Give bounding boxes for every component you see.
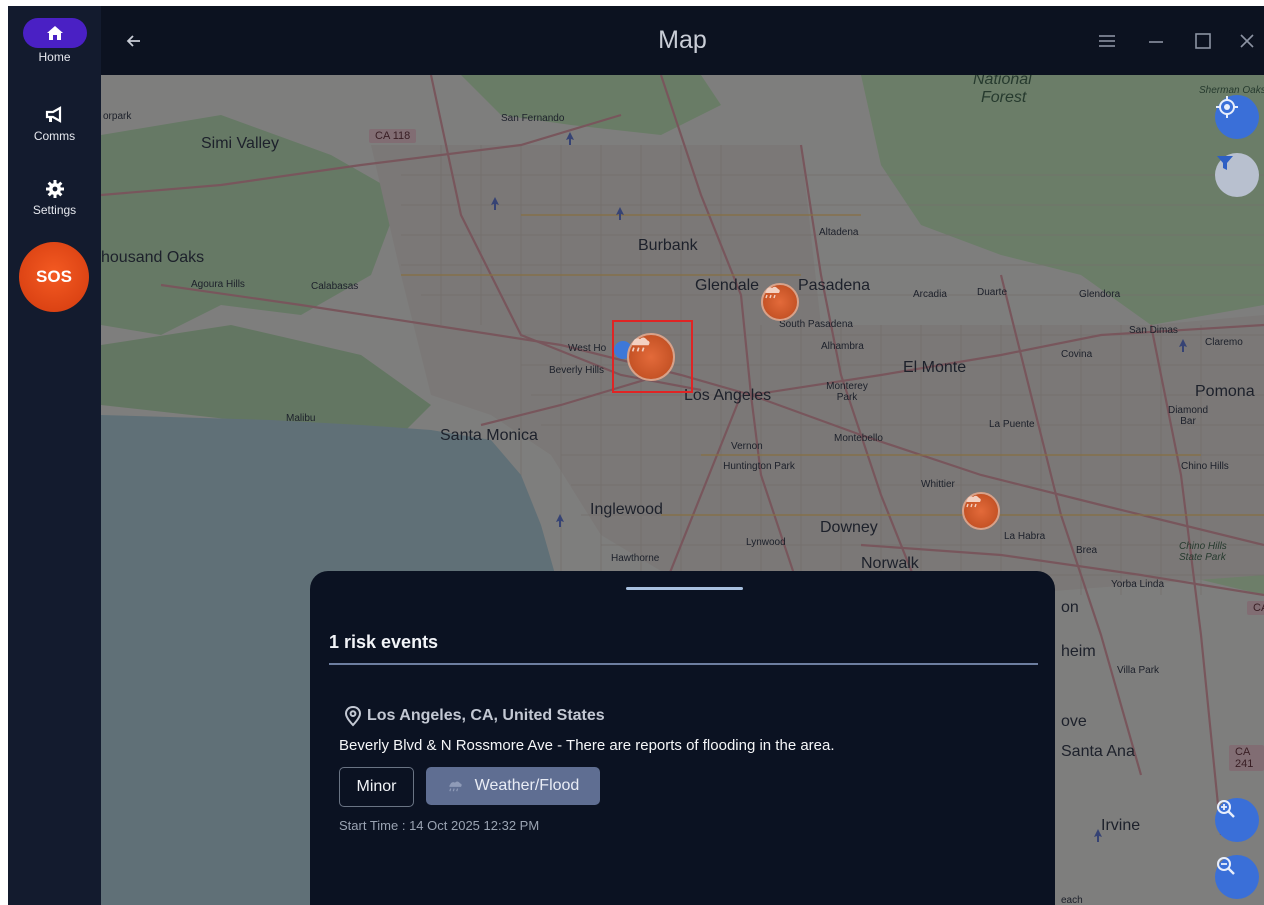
location-pin-icon — [344, 705, 362, 727]
sheet-drag-handle[interactable] — [626, 587, 743, 590]
gear-icon — [37, 177, 73, 201]
selected-marker-highlight — [612, 320, 693, 393]
flood-icon — [448, 781, 462, 792]
sos-button[interactable]: SOS — [19, 242, 89, 312]
app-window: Home Comms Settings SOS Map orpark Simi … — [8, 6, 1264, 905]
menu-icon[interactable] — [1096, 30, 1118, 52]
event-description: Beverly Blvd & N Rossmore Ave - There ar… — [339, 737, 835, 754]
sidebar: Home Comms Settings SOS — [8, 6, 101, 905]
filter-icon — [1217, 156, 1233, 170]
sidebar-item-comms[interactable]: Comms — [8, 103, 101, 143]
flood-icon — [966, 495, 981, 508]
locate-icon — [1216, 96, 1238, 118]
sidebar-item-label: Home — [38, 50, 71, 64]
filter-button[interactable] — [1215, 153, 1259, 197]
category-label: Weather/Flood — [474, 777, 580, 794]
minimize-icon[interactable] — [1145, 30, 1167, 52]
flood-icon — [765, 286, 780, 299]
page-title: Map — [658, 26, 707, 54]
sidebar-item-settings[interactable]: Settings — [8, 177, 101, 217]
severity-chip: Minor — [339, 767, 414, 807]
event-start-time: Start Time : 14 Oct 2025 12:32 PM — [339, 818, 540, 833]
sidebar-item-label: Comms — [33, 129, 76, 143]
sheet-title: 1 risk events — [329, 632, 439, 652]
zoom-out-icon — [1217, 857, 1235, 875]
megaphone-icon — [37, 103, 73, 127]
title-bar: Map — [101, 6, 1264, 75]
event-location-text: Los Angeles, CA, United States — [367, 707, 605, 724]
sidebar-item-home[interactable]: Home — [8, 18, 101, 64]
maximize-icon[interactable] — [1192, 30, 1214, 52]
zoom-in-button[interactable] — [1215, 798, 1259, 842]
category-chip: Weather/Flood — [426, 767, 600, 805]
zoom-out-button[interactable] — [1215, 855, 1259, 899]
sidebar-item-label: Settings — [32, 203, 77, 217]
close-icon[interactable] — [1236, 30, 1258, 52]
risk-marker-whittier[interactable] — [962, 492, 1000, 530]
risk-events-sheet: 1 risk events Los Angeles, CA, United St… — [310, 571, 1055, 905]
divider — [329, 663, 1038, 665]
risk-marker-glendale[interactable] — [761, 283, 799, 321]
locate-button[interactable] — [1215, 95, 1259, 139]
zoom-in-icon — [1217, 800, 1235, 818]
event-location: Los Angeles, CA, United States — [343, 705, 605, 727]
home-icon — [22, 18, 87, 48]
